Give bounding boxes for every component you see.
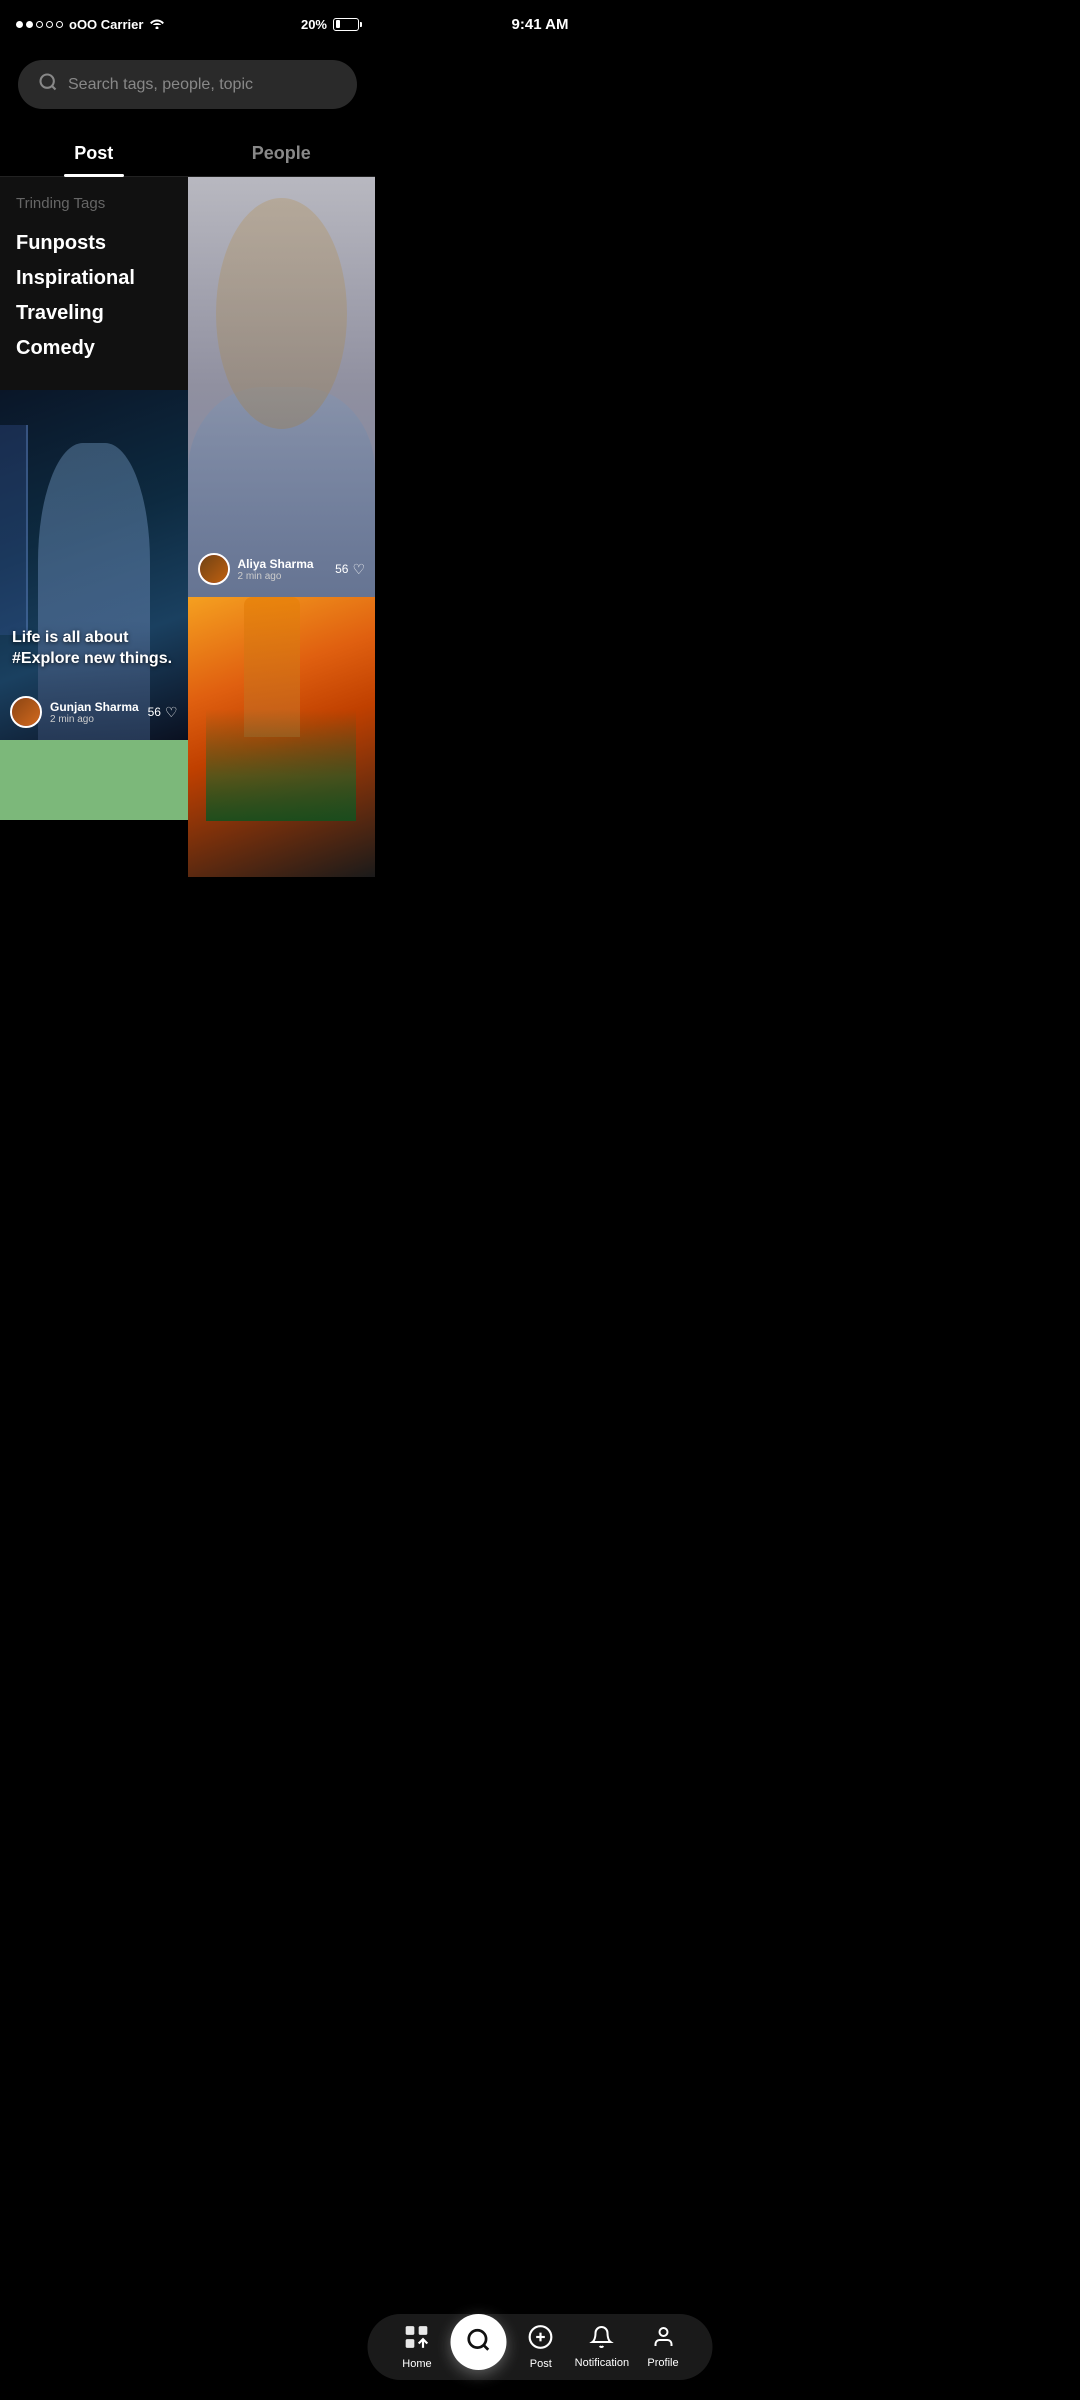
signal-dot-2 — [26, 21, 33, 28]
trending-section: Trinding Tags Funposts Inspirational Tra… — [0, 177, 188, 390]
search-placeholder[interactable]: Search tags, people, topic — [68, 76, 337, 94]
carrier-label: oOO Carrier — [69, 17, 143, 32]
tag-item-inspirational[interactable]: Inspirational — [16, 261, 172, 296]
green-section — [0, 740, 188, 820]
post-1-user-info: Gunjan Sharma 2 min ago — [50, 700, 139, 725]
left-column: Trinding Tags Funposts Inspirational Tra… — [0, 177, 188, 877]
right-column: Aliya Sharma 2 min ago 56 ♡ — [188, 177, 376, 877]
post-card-2[interactable]: Aliya Sharma 2 min ago 56 ♡ — [188, 177, 376, 597]
nav-search-button[interactable] — [451, 2314, 507, 2370]
post-card-1[interactable]: Life is all about #Explore new things. G… — [0, 390, 188, 740]
post-1-avatar — [10, 696, 42, 728]
post-1-username: Gunjan Sharma — [50, 700, 139, 714]
battery-icon — [333, 18, 359, 31]
nav-profile-label: Profile — [647, 2357, 678, 2369]
signal-dots — [16, 21, 63, 28]
avatar-img-1 — [12, 698, 40, 726]
pills-area — [206, 709, 356, 821]
post-1-time: 2 min ago — [50, 714, 139, 725]
tag-item-comedy[interactable]: Comedy — [16, 331, 172, 366]
heart-icon-1: ♡ — [165, 704, 178, 721]
post-2-username: Aliya Sharma — [238, 557, 314, 571]
post-1-likes[interactable]: 56 ♡ — [148, 704, 178, 721]
wifi-icon — [149, 16, 165, 32]
post-1-caption: Life is all about #Explore new things. — [12, 628, 176, 670]
bottom-nav: Home Post Notification — [368, 2314, 713, 2380]
signal-dot-3 — [36, 21, 43, 28]
nav-notification[interactable]: Notification — [575, 2325, 629, 2369]
post-nav-icon — [528, 2324, 554, 2354]
nav-notification-label: Notification — [575, 2357, 629, 2369]
avatar-img-2 — [200, 555, 228, 583]
nav-home[interactable]: Home — [392, 2324, 442, 2370]
nav-profile[interactable]: Profile — [638, 2325, 688, 2369]
post-2-likes[interactable]: 56 ♡ — [335, 561, 365, 578]
notification-icon — [590, 2325, 614, 2353]
heart-icon-2: ♡ — [352, 561, 365, 578]
home-icon — [404, 2324, 430, 2354]
post-card-2-hair — [216, 198, 347, 429]
post-2-avatar — [198, 553, 230, 585]
status-bar: oOO Carrier 9:41 AM 20% — [0, 0, 375, 44]
nav-post[interactable]: Post — [516, 2324, 566, 2370]
post-card-3[interactable] — [188, 597, 376, 877]
trending-label: Trinding Tags — [16, 195, 172, 212]
post-2-time: 2 min ago — [238, 571, 314, 582]
tabs-container: Post People — [0, 129, 375, 177]
nav-home-label: Home — [402, 2358, 431, 2370]
post-2-user: Aliya Sharma 2 min ago — [198, 553, 314, 585]
search-nav-icon — [466, 2327, 492, 2358]
battery-percent: 20% — [301, 17, 327, 32]
tab-post[interactable]: Post — [0, 129, 188, 176]
tag-item-traveling[interactable]: Traveling — [16, 296, 172, 331]
signal-dot-1 — [16, 21, 23, 28]
post-2-user-info: Aliya Sharma 2 min ago — [238, 557, 314, 582]
status-time: 9:41 AM — [512, 16, 569, 33]
nav-post-label: Post — [530, 2358, 552, 2370]
battery-indicator — [333, 18, 359, 31]
search-container: Search tags, people, topic — [0, 44, 375, 129]
search-icon — [38, 72, 58, 97]
content-grid: Trinding Tags Funposts Inspirational Tra… — [0, 177, 375, 877]
profile-icon — [651, 2325, 675, 2353]
signal-dot-4 — [46, 21, 53, 28]
search-bar[interactable]: Search tags, people, topic — [18, 60, 357, 109]
post-1-user: Gunjan Sharma 2 min ago — [10, 696, 139, 728]
battery-fill — [336, 20, 340, 28]
status-left: oOO Carrier — [16, 16, 165, 32]
signal-dot-5 — [56, 21, 63, 28]
tag-item-funposts[interactable]: Funposts — [16, 226, 172, 261]
tab-people[interactable]: People — [188, 129, 376, 176]
status-right: 20% — [301, 17, 359, 32]
post-2-meta: Aliya Sharma 2 min ago 56 ♡ — [198, 553, 366, 585]
post-1-meta: Gunjan Sharma 2 min ago 56 ♡ — [10, 696, 178, 728]
window-frame — [0, 425, 28, 635]
